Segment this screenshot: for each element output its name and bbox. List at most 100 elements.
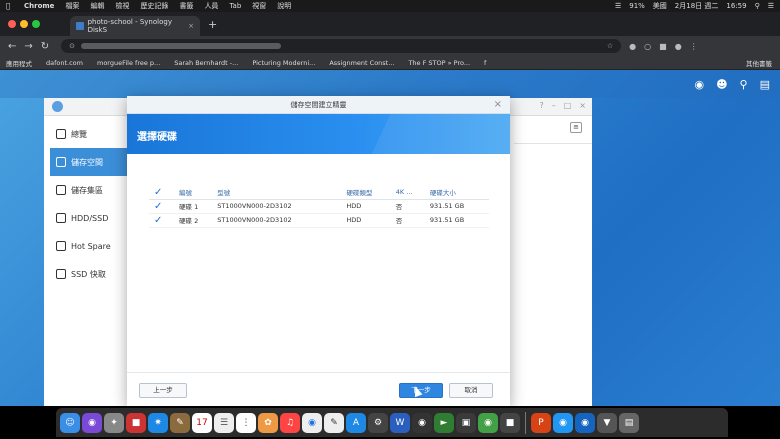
bookmark-f-stop[interactable]: The F STOP » Pro...	[408, 59, 470, 67]
siri-icon[interactable]: ◉	[82, 412, 102, 433]
address-bar[interactable]: ⊙ ☆	[61, 39, 622, 53]
menu-window[interactable]: 視窗	[252, 1, 266, 11]
maximize-icon[interactable]: □	[564, 101, 572, 110]
window-controls: ? – □ ×	[539, 101, 586, 110]
sidebar-item-ssd-cache[interactable]: SSD 快取	[50, 260, 130, 288]
wechat-icon[interactable]: ◉	[478, 412, 498, 433]
menu-people[interactable]: 人員	[204, 1, 218, 11]
menu-dots-icon[interactable]: ⋮	[690, 42, 698, 51]
sidebar-item-hdd-ssd[interactable]: HDD/SSD	[50, 204, 130, 232]
app-store-icon[interactable]: A	[346, 412, 366, 433]
finder-icon[interactable]: ☺	[60, 412, 80, 433]
extension-icon[interactable]: ■	[659, 42, 667, 51]
preview-icon[interactable]: ▣	[456, 412, 476, 433]
chat-icon[interactable]: ◉	[694, 78, 704, 91]
notes-icon[interactable]: ☰	[214, 412, 234, 433]
bookmark-apps[interactable]: 應用程式	[6, 58, 32, 68]
close-icon[interactable]: ×	[494, 99, 502, 110]
textedit-icon[interactable]: ✎	[324, 412, 344, 433]
safari-icon[interactable]: ✷	[148, 412, 168, 433]
forward-icon[interactable]: →	[24, 41, 32, 52]
menu-view[interactable]: 檢視	[115, 1, 129, 11]
word-icon[interactable]: W	[390, 412, 410, 433]
search-icon[interactable]: ⚲	[755, 2, 760, 10]
bookmark-assignment[interactable]: Assignment Const...	[329, 59, 394, 67]
menubar-date[interactable]: 2月18日 週二	[675, 1, 719, 11]
maximize-window-icon[interactable]	[32, 20, 40, 28]
downloads-folder-icon[interactable]: ▼	[597, 412, 617, 433]
menu-help[interactable]: 說明	[277, 1, 291, 11]
extension-icon[interactable]: ●	[629, 42, 636, 51]
row-checkbox[interactable]: ✓	[149, 213, 175, 228]
tab-close-icon[interactable]: ×	[188, 22, 194, 30]
column-header-model[interactable]: 型號	[213, 186, 343, 200]
calendar-icon[interactable]: 17	[192, 412, 212, 433]
profile-avatar[interactable]: ●	[675, 42, 682, 51]
wifi-icon[interactable]: ☰	[615, 2, 621, 10]
search-icon[interactable]: ⚲	[740, 78, 748, 91]
bookmark-picturing-modernity[interactable]: Picturing Moderni...	[252, 59, 315, 67]
bookmark-dafont[interactable]: dafont.com	[46, 59, 83, 67]
battery-percent[interactable]: 91%	[629, 2, 645, 10]
menubar-time[interactable]: 16:59	[726, 2, 746, 10]
widgets-icon[interactable]: ▤	[760, 78, 770, 91]
browser-tab[interactable]: photo-school - Synology DiskS ×	[70, 16, 200, 36]
list-view-icon[interactable]: ≡	[570, 122, 582, 133]
minimize-icon[interactable]: –	[552, 101, 556, 110]
column-header-id[interactable]: 編號	[175, 186, 214, 200]
bookmark-morguefile[interactable]: morgueFile free p...	[97, 59, 160, 67]
back-icon[interactable]: ←	[8, 41, 16, 52]
notes-app-icon[interactable]: ✎	[170, 412, 190, 433]
checkmark-icon: ✓	[154, 214, 163, 226]
input-source[interactable]: 美國	[653, 1, 667, 11]
sidebar-item-storage-pool[interactable]: 儲存集區	[50, 176, 130, 204]
back-button[interactable]: 上一步	[139, 383, 187, 398]
user-icon[interactable]: ☻	[716, 78, 727, 91]
bookmark-sarah-bernhardt[interactable]: Sarah Bernhardt -...	[174, 59, 238, 67]
cancel-button[interactable]: 取消	[449, 383, 493, 398]
column-header-4k[interactable]: 4K ...	[391, 186, 426, 200]
extension-icon[interactable]: ○	[644, 42, 651, 51]
trash-icon[interactable]: ▤	[619, 412, 639, 433]
select-all-checkbox[interactable]: ✓	[149, 186, 175, 200]
new-tab-icon[interactable]: +	[208, 18, 217, 31]
help-icon[interactable]: ?	[539, 101, 543, 110]
sidebar-item-volume[interactable]: 儲存空間	[50, 148, 130, 176]
menu-chrome[interactable]: Chrome	[24, 2, 54, 10]
launchpad-icon[interactable]: ✦	[104, 412, 124, 433]
close-window-icon[interactable]	[8, 20, 16, 28]
facetime-icon[interactable]: ◉	[553, 412, 573, 433]
system-preferences-icon[interactable]: ⚙	[368, 412, 388, 433]
bookmark-other[interactable]: 其他書籤	[746, 58, 772, 68]
sidebar-item-overview[interactable]: 總覽	[50, 120, 130, 148]
menu-history[interactable]: 歷史記錄	[140, 1, 168, 11]
column-header-type[interactable]: 硬碟類型	[342, 186, 392, 200]
photo-booth-icon[interactable]: ■	[126, 412, 146, 433]
table-row[interactable]: ✓ 硬碟 2 ST1000VN000-2D3102 HDD 否 931.51 G…	[149, 213, 489, 228]
music-icon[interactable]: ♫	[280, 412, 300, 433]
gimp-icon[interactable]: ◉	[412, 412, 432, 433]
minimize-window-icon[interactable]	[20, 20, 28, 28]
bookmark-facebook-icon[interactable]: f	[484, 59, 486, 67]
media-app-icon[interactable]: ►	[434, 412, 454, 433]
table-row[interactable]: ✓ 硬碟 1 ST1000VN000-2D3102 HDD 否 931.51 G…	[149, 199, 489, 214]
app-icon[interactable]: ◉	[575, 412, 595, 433]
app-icon[interactable]: ■	[500, 412, 520, 433]
bookmark-star-icon[interactable]: ☆	[607, 42, 613, 50]
close-icon[interactable]: ×	[579, 101, 586, 110]
chrome-icon[interactable]: ◉	[302, 412, 322, 433]
sidebar-item-hot-spare[interactable]: Hot Spare	[50, 232, 130, 260]
menu-file[interactable]: 檔案	[65, 1, 79, 11]
reminders-icon[interactable]: ⋮	[236, 412, 256, 433]
reload-icon[interactable]: ↻	[41, 41, 49, 52]
apple-icon[interactable]: 	[6, 2, 14, 10]
photos-icon[interactable]: ✿	[258, 412, 278, 433]
row-checkbox[interactable]: ✓	[149, 199, 175, 214]
disk-type: HDD	[342, 213, 392, 228]
powerpoint-icon[interactable]: P	[531, 412, 551, 433]
menu-tab[interactable]: Tab	[229, 2, 241, 10]
menu-bookmarks[interactable]: 書籤	[179, 1, 193, 11]
column-header-size[interactable]: 硬碟大小	[425, 186, 489, 200]
menu-edit[interactable]: 編輯	[90, 1, 104, 11]
control-center-icon[interactable]: ☰	[768, 2, 774, 10]
